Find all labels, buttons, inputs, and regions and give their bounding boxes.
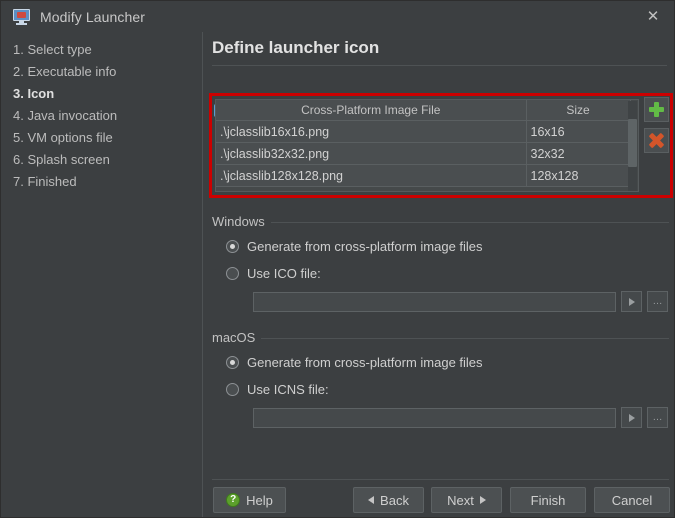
macos-use-icns-label: Use ICNS file: (247, 382, 329, 397)
finish-button-label: Finish (530, 492, 566, 508)
windows-use-ico-radio-row[interactable]: Use ICO file: (226, 266, 321, 281)
sidebar-item-executable-info[interactable]: 2. Executable info (1, 60, 202, 82)
windows-generate-radio-row[interactable]: Generate from cross-platform image files (226, 239, 483, 254)
sidebar-item-finished[interactable]: 7. Finished (1, 170, 202, 192)
macos-generate-radio[interactable] (226, 356, 239, 369)
help-button[interactable]: ? Help (213, 487, 286, 513)
table-action-buttons (644, 97, 670, 159)
page-title: Define launcher icon (212, 38, 380, 57)
wizard-steps-sidebar: 1. Select type 2. Executable info 3. Ico… (1, 32, 203, 517)
back-button-label: Back (380, 492, 409, 508)
macos-use-icns-radio-row[interactable]: Use ICNS file: (226, 382, 329, 397)
chevron-left-icon (368, 496, 375, 504)
macos-generate-label: Generate from cross-platform image files (247, 355, 483, 370)
cancel-button[interactable]: Cancel (594, 487, 670, 513)
table-vertical-scrollbar[interactable] (628, 101, 637, 191)
macos-group-rule (212, 338, 669, 339)
cell-size[interactable]: 16x16 (526, 120, 631, 143)
remove-row-button[interactable] (644, 128, 669, 153)
windows-expand-button[interactable] (621, 291, 642, 312)
next-button[interactable]: Next (431, 487, 502, 513)
cell-size[interactable]: 32x32 (526, 142, 631, 165)
scrollbar-thumb[interactable] (628, 119, 637, 167)
windows-path-row: … (253, 291, 668, 312)
column-header-file[interactable]: Cross-Platform Image File (216, 100, 527, 121)
help-button-label: Help (246, 492, 273, 508)
x-mark-icon (649, 133, 664, 148)
table-header-row: Cross-Platform Image File Size (216, 100, 631, 121)
launcher-monitor-icon (13, 8, 31, 26)
play-triangle-icon (628, 413, 635, 422)
windows-use-ico-radio[interactable] (226, 267, 239, 280)
title-bar: Modify Launcher ✕ (1, 1, 674, 32)
windows-use-ico-label: Use ICO file: (247, 266, 321, 281)
cell-file[interactable]: .\jclasslib16x16.png (216, 120, 527, 143)
next-button-label: Next (447, 492, 474, 508)
plus-icon (649, 102, 664, 117)
table-row[interactable]: .\jclasslib32x32.png 32x32 (216, 142, 631, 165)
window-title: Modify Launcher (40, 8, 146, 25)
sidebar-item-select-type[interactable]: 1. Select type (1, 38, 202, 60)
main-panel: Define launcher icon Add icon to launche… (204, 32, 674, 517)
title-divider (212, 65, 667, 66)
cell-size[interactable]: 128x128 (526, 164, 631, 187)
windows-generate-label: Generate from cross-platform image files (247, 239, 483, 254)
sidebar-item-vm-options-file[interactable]: 5. VM options file (1, 126, 202, 148)
macos-icns-path-input[interactable] (253, 407, 616, 428)
sidebar-item-splash-screen[interactable]: 6. Splash screen (1, 148, 202, 170)
windows-ico-path-input[interactable] (253, 291, 616, 312)
windows-browse-button[interactable]: … (647, 291, 668, 312)
macos-path-row: … (253, 407, 668, 428)
finish-button[interactable]: Finish (510, 487, 586, 513)
table-row[interactable]: .\jclasslib128x128.png 128x128 (216, 164, 631, 187)
add-row-button[interactable] (644, 97, 669, 122)
sidebar-item-icon[interactable]: 3. Icon (1, 82, 202, 104)
windows-group-rule (212, 222, 669, 223)
help-icon: ? (226, 493, 241, 507)
macos-use-icns-radio[interactable] (226, 383, 239, 396)
macos-expand-button[interactable] (621, 407, 642, 428)
play-triangle-icon (628, 297, 635, 306)
icon-file-table[interactable]: Cross-Platform Image File Size .\jclassl… (215, 99, 639, 192)
cell-file[interactable]: .\jclasslib128x128.png (216, 164, 527, 187)
column-header-size[interactable]: Size (526, 100, 631, 121)
cancel-button-label: Cancel (611, 492, 653, 508)
chevron-right-icon (479, 496, 486, 504)
macos-group-title: macOS (212, 330, 262, 345)
windows-generate-radio[interactable] (226, 240, 239, 253)
close-icon[interactable]: ✕ (630, 1, 674, 32)
table-row[interactable]: .\jclasslib16x16.png 16x16 (216, 120, 631, 143)
footer-divider (212, 479, 669, 480)
macos-browse-button[interactable]: … (647, 407, 668, 428)
sidebar-item-java-invocation[interactable]: 4. Java invocation (1, 104, 202, 126)
back-button[interactable]: Back (353, 487, 424, 513)
windows-group-title: Windows (212, 214, 271, 229)
cell-file[interactable]: .\jclasslib32x32.png (216, 142, 527, 165)
modify-launcher-dialog: Modify Launcher ✕ 1. Select type 2. Exec… (0, 0, 675, 518)
macos-generate-radio-row[interactable]: Generate from cross-platform image files (226, 355, 483, 370)
